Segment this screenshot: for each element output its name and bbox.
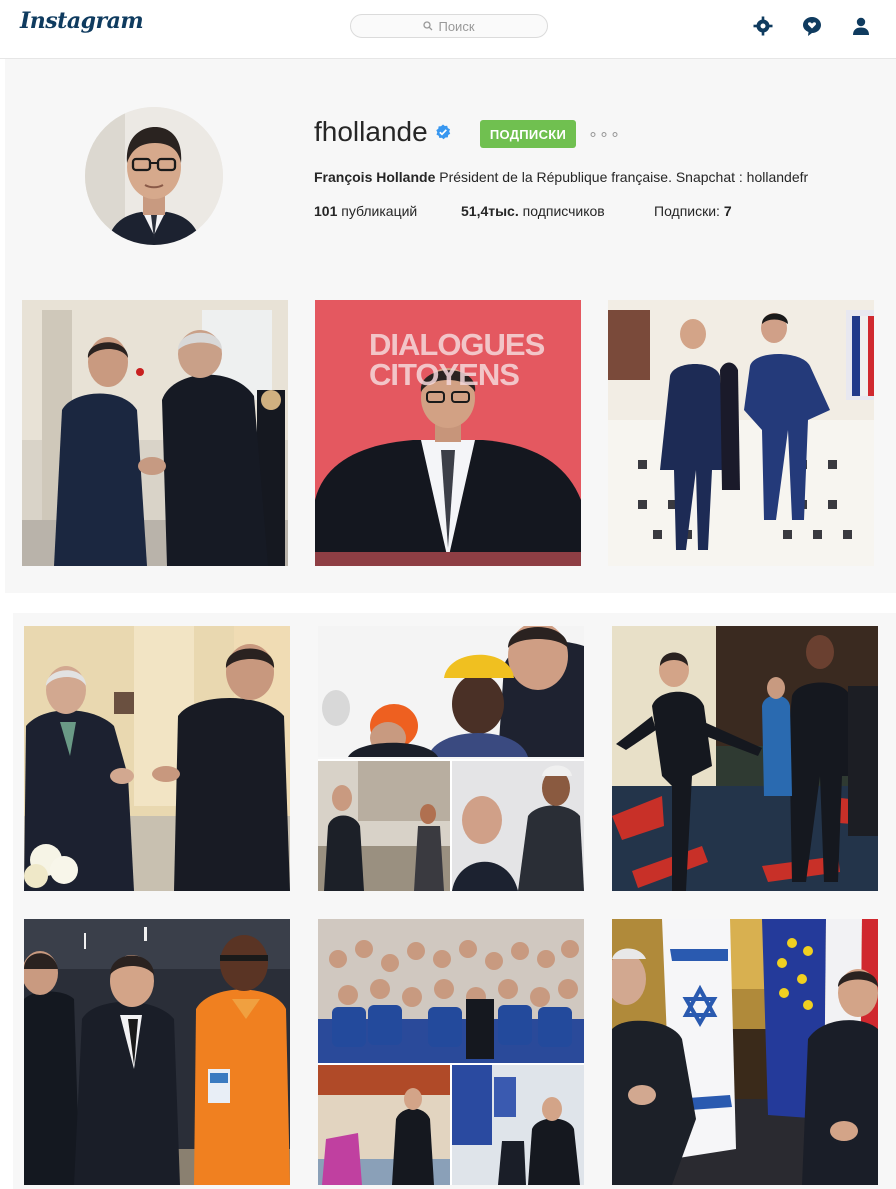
- posts-stat: 101 публикаций: [314, 203, 417, 219]
- profile-full-name: François Hollande: [314, 169, 436, 185]
- explore-icon[interactable]: [751, 14, 775, 38]
- profile-icon[interactable]: [849, 14, 873, 38]
- posts-label: публикаций: [341, 203, 418, 219]
- overlay-line2: CITOYENS: [369, 357, 520, 392]
- following-count: 7: [723, 203, 732, 219]
- search-input[interactable]: Поиск: [350, 14, 548, 38]
- post-thumbnail[interactable]: DIALOGUES CITOYENS: [315, 300, 581, 566]
- following-button[interactable]: ПОДПИСКИ: [480, 120, 576, 148]
- profile-avatar: [85, 107, 223, 245]
- post-thumbnail[interactable]: [612, 919, 878, 1185]
- followers-label: подписчиков: [522, 203, 605, 219]
- post-thumbnail[interactable]: [612, 626, 878, 891]
- overlay-line1: DIALOGUES: [369, 327, 545, 362]
- more-options-icon[interactable]: ∘∘∘: [588, 124, 621, 144]
- post-thumbnail[interactable]: [24, 919, 290, 1185]
- followers-count: 51,4тыс.: [461, 203, 519, 219]
- username-text: fhollande: [314, 116, 428, 147]
- post-overlay-text: DIALOGUES CITOYENS: [369, 327, 545, 392]
- instagram-logo[interactable]: Instagram: [20, 8, 144, 34]
- search-placeholder: Поиск: [438, 18, 475, 34]
- post-thumbnail[interactable]: [24, 626, 290, 891]
- followers-stat[interactable]: 51,4тыс. подписчиков: [461, 203, 605, 219]
- activity-icon[interactable]: [800, 14, 824, 38]
- following-label: Подписки:: [654, 203, 720, 219]
- following-stat[interactable]: Подписки: 7: [654, 203, 732, 219]
- verified-badge-icon: [435, 124, 450, 140]
- post-thumbnail[interactable]: [22, 300, 288, 566]
- top-nav-bar: Instagram Поиск: [0, 0, 896, 59]
- post-thumbnail[interactable]: [318, 919, 584, 1185]
- profile-bio: François Hollande Président de la Républ…: [314, 169, 808, 185]
- profile-username: fhollande: [314, 116, 451, 148]
- post-thumbnail[interactable]: [318, 626, 584, 891]
- profile-bio-text: Président de la République française. Sn…: [439, 169, 809, 185]
- post-thumbnail[interactable]: [608, 300, 874, 566]
- posts-count: 101: [314, 203, 338, 219]
- search-icon: [423, 21, 433, 31]
